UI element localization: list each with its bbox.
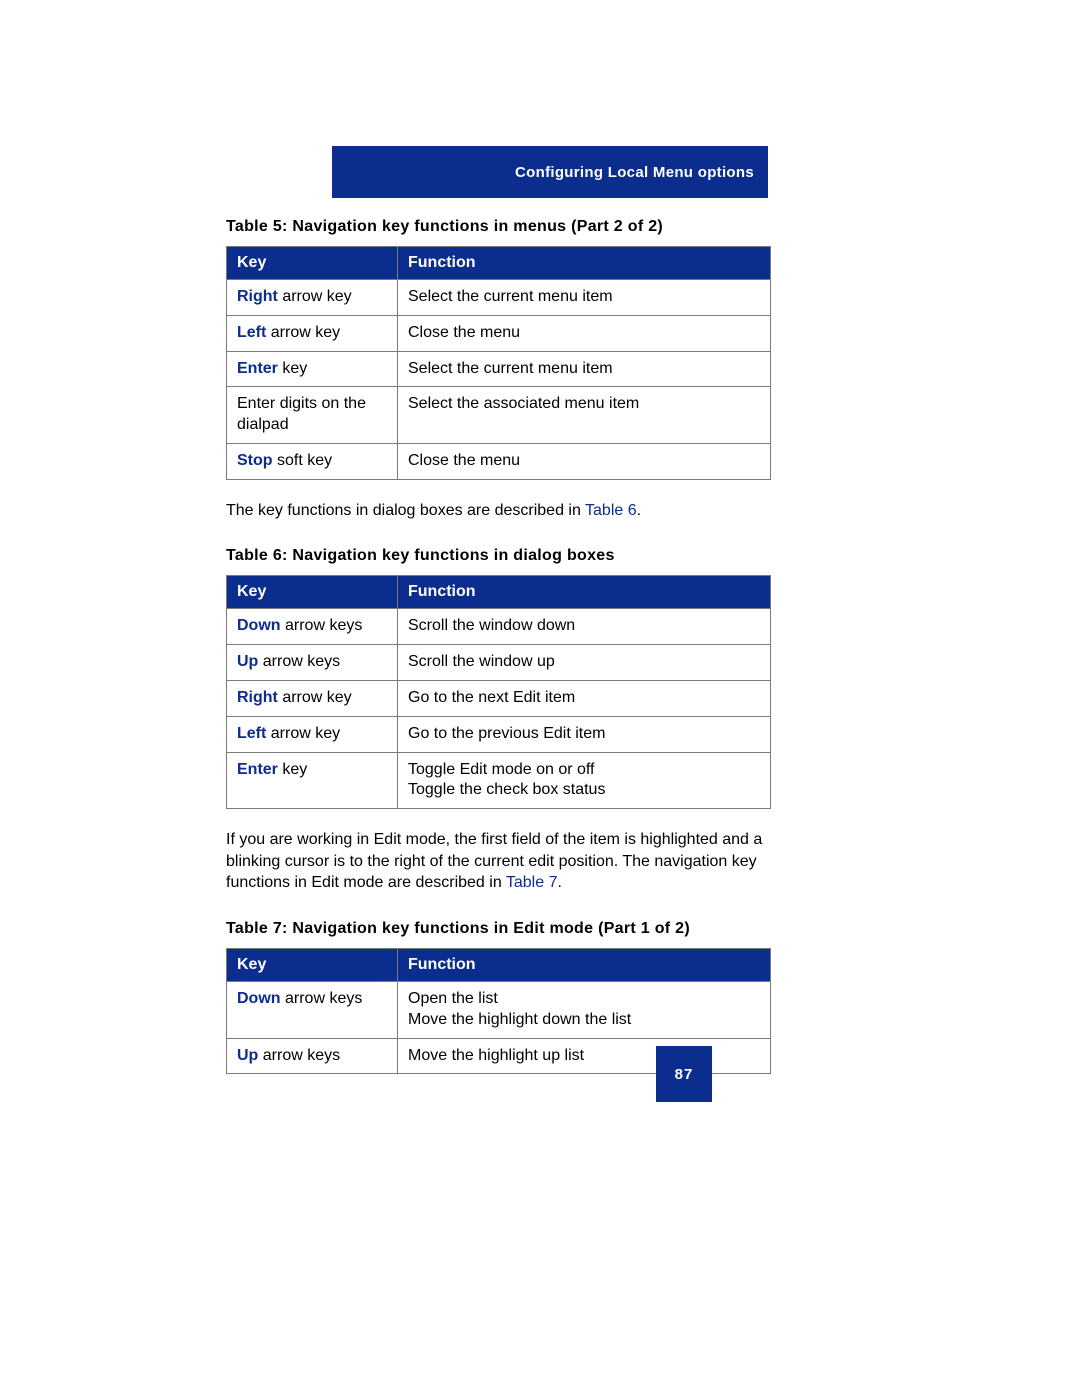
key-rest: Enter digits on the dialpad: [237, 395, 366, 433]
table-row: Enter key Select the current menu item: [227, 351, 771, 387]
table-header-row: Key Function: [227, 247, 771, 280]
key-rest: arrow key: [278, 689, 352, 706]
cell-fn: Go to the next Edit item: [398, 680, 771, 716]
key-bold: Right: [237, 689, 278, 706]
page-number: 87: [656, 1046, 712, 1102]
cell-key: Left arrow key: [227, 716, 398, 752]
cell-fn: Select the current menu item: [398, 351, 771, 387]
table-row: Enter digits on the dialpad Select the a…: [227, 387, 771, 444]
table-ref-link[interactable]: Table 6: [585, 502, 637, 519]
cell-fn: Close the menu: [398, 443, 771, 479]
key-bold: Left: [237, 725, 266, 742]
cell-fn: Select the associated menu item: [398, 387, 771, 444]
table-row: Stop soft key Close the menu: [227, 443, 771, 479]
table-row: Enter key Toggle Edit mode on or offTogg…: [227, 752, 771, 809]
key-bold: Down: [237, 617, 281, 634]
cell-key: Stop soft key: [227, 443, 398, 479]
table-header-row: Key Function: [227, 576, 771, 609]
section-header-text: Configuring Local Menu options: [515, 164, 754, 181]
cell-fn: Move the highlight up list: [398, 1038, 771, 1074]
cell-key: Enter digits on the dialpad: [227, 387, 398, 444]
cell-key: Down arrow keys: [227, 609, 398, 645]
cell-fn: Toggle Edit mode on or offToggle the che…: [398, 752, 771, 809]
key-rest: soft key: [273, 452, 333, 469]
key-bold: Down: [237, 990, 281, 1007]
key-rest: arrow keys: [258, 1047, 340, 1064]
th-key: Key: [227, 576, 398, 609]
table5: Key Function Right arrow key Select the …: [226, 246, 771, 480]
table5-caption: Table 5: Navigation key functions in men…: [226, 218, 771, 236]
key-bold: Right: [237, 288, 278, 305]
para1-post: .: [637, 502, 641, 519]
key-rest: arrow key: [266, 725, 340, 742]
th-function: Function: [398, 576, 771, 609]
key-rest: arrow key: [266, 324, 340, 341]
section-header: Configuring Local Menu options: [332, 146, 768, 198]
cell-fn: Close the menu: [398, 315, 771, 351]
table-row: Down arrow keys Scroll the window down: [227, 609, 771, 645]
key-rest: arrow keys: [281, 990, 363, 1007]
page-number-text: 87: [675, 1066, 694, 1083]
cell-key: Down arrow keys: [227, 981, 398, 1038]
key-bold: Stop: [237, 452, 273, 469]
table-row: Down arrow keys Open the listMove the hi…: [227, 981, 771, 1038]
table7-caption: Table 7: Navigation key functions in Edi…: [226, 920, 771, 938]
key-bold: Left: [237, 324, 266, 341]
key-bold: Up: [237, 653, 258, 670]
key-bold: Up: [237, 1047, 258, 1064]
cell-key: Enter key: [227, 752, 398, 809]
document-page: Configuring Local Menu options Table 5: …: [0, 0, 1080, 1397]
key-bold: Enter: [237, 761, 278, 778]
para2-pre: If you are working in Edit mode, the fir…: [226, 831, 762, 891]
key-bold: Enter: [237, 360, 278, 377]
table-header-row: Key Function: [227, 948, 771, 981]
page-content: Table 5: Navigation key functions in men…: [226, 218, 771, 1074]
table6-caption: Table 6: Navigation key functions in dia…: [226, 547, 771, 565]
table6: Key Function Down arrow keys Scroll the …: [226, 575, 771, 809]
cell-fn: Scroll the window down: [398, 609, 771, 645]
cell-key: Right arrow key: [227, 680, 398, 716]
table-row: Up arrow keys Scroll the window up: [227, 645, 771, 681]
key-rest: key: [278, 360, 307, 377]
cell-fn: Scroll the window up: [398, 645, 771, 681]
th-function: Function: [398, 247, 771, 280]
th-function: Function: [398, 948, 771, 981]
cell-key: Up arrow keys: [227, 645, 398, 681]
key-rest: key: [278, 761, 307, 778]
table-ref-link[interactable]: Table 7: [506, 874, 558, 891]
cell-key: Right arrow key: [227, 280, 398, 316]
cell-fn: Go to the previous Edit item: [398, 716, 771, 752]
table-row: Left arrow key Close the menu: [227, 315, 771, 351]
paragraph-2: If you are working in Edit mode, the fir…: [226, 829, 771, 894]
key-rest: arrow keys: [258, 653, 340, 670]
cell-key: Left arrow key: [227, 315, 398, 351]
cell-fn: Select the current menu item: [398, 280, 771, 316]
para1-pre: The key functions in dialog boxes are de…: [226, 502, 585, 519]
table-row: Left arrow key Go to the previous Edit i…: [227, 716, 771, 752]
th-key: Key: [227, 247, 398, 280]
key-rest: arrow keys: [281, 617, 363, 634]
para2-post: .: [557, 874, 561, 891]
paragraph-1: The key functions in dialog boxes are de…: [226, 500, 771, 522]
table-row: Right arrow key Go to the next Edit item: [227, 680, 771, 716]
cell-key: Enter key: [227, 351, 398, 387]
th-key: Key: [227, 948, 398, 981]
cell-fn: Open the listMove the highlight down the…: [398, 981, 771, 1038]
cell-key: Up arrow keys: [227, 1038, 398, 1074]
table-row: Right arrow key Select the current menu …: [227, 280, 771, 316]
key-rest: arrow key: [278, 288, 352, 305]
